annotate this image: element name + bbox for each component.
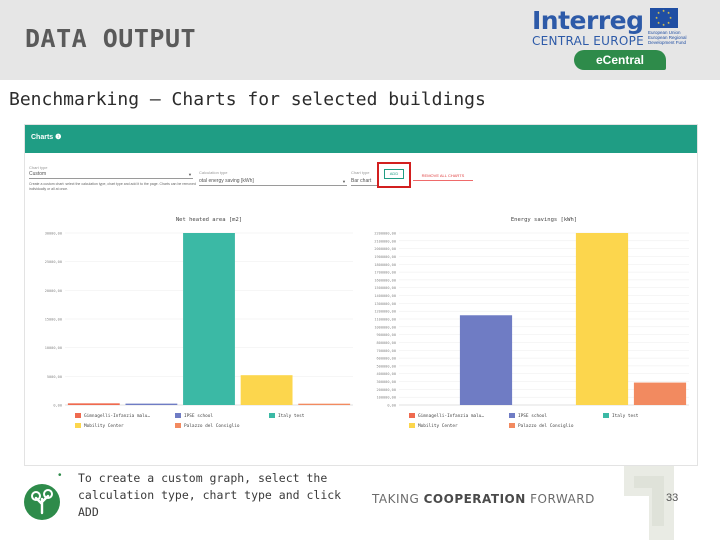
legend-swatch [509,413,515,418]
y-tick-label: 5000,00 [47,375,62,379]
ecentral-badge: eCentral [574,50,666,70]
y-tick-label: 400000,00 [377,372,396,376]
chart-select-value: Custom [29,171,47,177]
bar [298,403,351,405]
bullet: • [58,470,62,481]
interreg-logo: Interreg CENTRAL EUROPE ★ ★ ★ ★ ★ ★ ★ ★ Europ… [528,4,714,74]
charts-header-bar: Charts ❶ [25,125,697,153]
tagline-part1: TAKING [372,492,424,506]
y-tick-label: 2000000,00 [374,247,396,251]
tree-logo-icon [24,484,60,520]
bar [240,375,293,405]
chart-help-note: Create a custom chart: select the calcul… [29,182,196,191]
legend-label: Palazzo del Consiglio [184,423,240,429]
y-tick-label: 1800000,00 [374,263,396,267]
legend-swatch [175,423,181,428]
instruction-text: To create a custom graph, select the cal… [78,471,342,519]
legend-swatch [509,423,515,428]
chevron-down-icon: ▼ [342,179,346,184]
legend-label: IPSE school [518,413,547,419]
chart-select[interactable]: Custom ▼ [29,170,193,179]
y-tick-label: 1500000,00 [374,286,396,290]
chart-type-label: Chart type [351,170,370,175]
logo-region: CENTRAL EUROPE [532,34,644,48]
bar [459,315,513,405]
chevron-down-icon: ▼ [188,172,192,177]
y-tick-label: 200000,00 [377,388,396,392]
legend-label: IPSE school [184,413,213,419]
y-tick-label: 20000,00 [45,289,62,293]
tagline: TAKING COOPERATION FORWARD [372,492,595,506]
calc-type-select[interactable]: otal energy saving [kWh] ▼ [199,177,347,186]
y-tick-label: 2200000,00 [374,232,396,236]
y-tick-label: 0,00 [387,404,396,408]
calc-type-label: Calculation type [199,170,228,175]
y-tick-label: 1600000,00 [374,278,396,282]
legend-swatch [409,413,415,418]
calc-type-value: otal energy saving [kWh] [199,178,254,184]
legend-label: Gimnagelli-Infanzia malu… [84,413,150,419]
bar [575,233,629,405]
legend-swatch [75,413,81,418]
y-tick-label: 2100000,00 [374,239,396,243]
remove-all-charts-button[interactable]: REMOVE ALL CHARTS [413,171,473,181]
y-tick-label: 1300000,00 [374,302,396,306]
energy-savings-chart: Energy savings [kWh] 0,00 100000,00 200000,… [374,217,689,429]
add-button-highlight: ADD [377,162,411,188]
chart-title: Energy savings [kWh] [511,217,577,223]
y-tick-label: 0,00 [53,404,62,408]
y-tick-label: 100000,00 [377,396,396,400]
y-tick-label: 600000,00 [377,357,396,361]
y-tick-label: 700000,00 [377,349,396,353]
legend-label: Mobility Center [84,423,124,429]
corner-arrow-decoration [624,466,674,540]
legend-swatch [269,413,275,418]
y-tick-label: 1000000,00 [374,325,396,329]
y-tick-label: 800000,00 [377,341,396,345]
legend-swatch [409,423,415,428]
add-button[interactable]: ADD [384,169,404,179]
eu-flag-icon: ★ ★ ★ ★ ★ ★ ★ ★ [650,8,678,28]
y-tick-label: 30000,00 [45,232,62,236]
bar [67,403,120,405]
logo-name: Interreg [532,6,644,35]
charts-panel: Charts ❶ Chart type Custom ▼ Create a cu… [24,124,698,466]
y-tick-label: 300000,00 [377,380,396,384]
legend-label: Palazzo del Consiglio [518,423,574,429]
tagline-bold: COOPERATION [423,492,526,506]
charts-header-title: Charts ❶ [31,134,62,141]
eu-text: European Union European Regional Develop… [648,30,687,45]
y-tick-label: 25000,00 [45,260,62,264]
bar [125,403,178,405]
y-tick-label: 500000,00 [377,364,396,368]
legend-label: Gimnagelli-Infanzia malu… [418,413,484,419]
chart-type-value: Bar chart [351,178,372,184]
net-heated-area-chart: Net heated area [m2] 0,00 5000,00 10000,00 1… [45,217,353,429]
y-tick-label: 1400000,00 [374,294,396,298]
bar [633,382,687,405]
y-tick-label: 15000,00 [45,318,62,322]
legend-label: Italy test [612,413,639,419]
y-tick-label: 10000,00 [45,346,62,350]
legend-label: Italy test [278,413,305,419]
legend-swatch [75,423,81,428]
bar [183,233,235,405]
page-number: 33 [666,492,679,504]
tagline-part2: FORWARD [525,492,595,506]
y-tick-label: 1100000,00 [374,318,396,322]
chart-title: Net heated area [m2] [176,217,242,223]
slide-subtitle: Benchmarking – Charts for selected build… [9,89,486,110]
y-tick-label: 1700000,00 [374,271,396,275]
legend-swatch [175,413,181,418]
y-tick-label: 1200000,00 [374,310,396,314]
legend-label: Mobility Center [418,423,458,429]
legend-swatch [603,413,609,418]
slide-title: DATA OUTPUT [25,24,197,53]
y-tick-label: 1900000,00 [374,255,396,259]
y-tick-label: 900000,00 [377,333,396,337]
